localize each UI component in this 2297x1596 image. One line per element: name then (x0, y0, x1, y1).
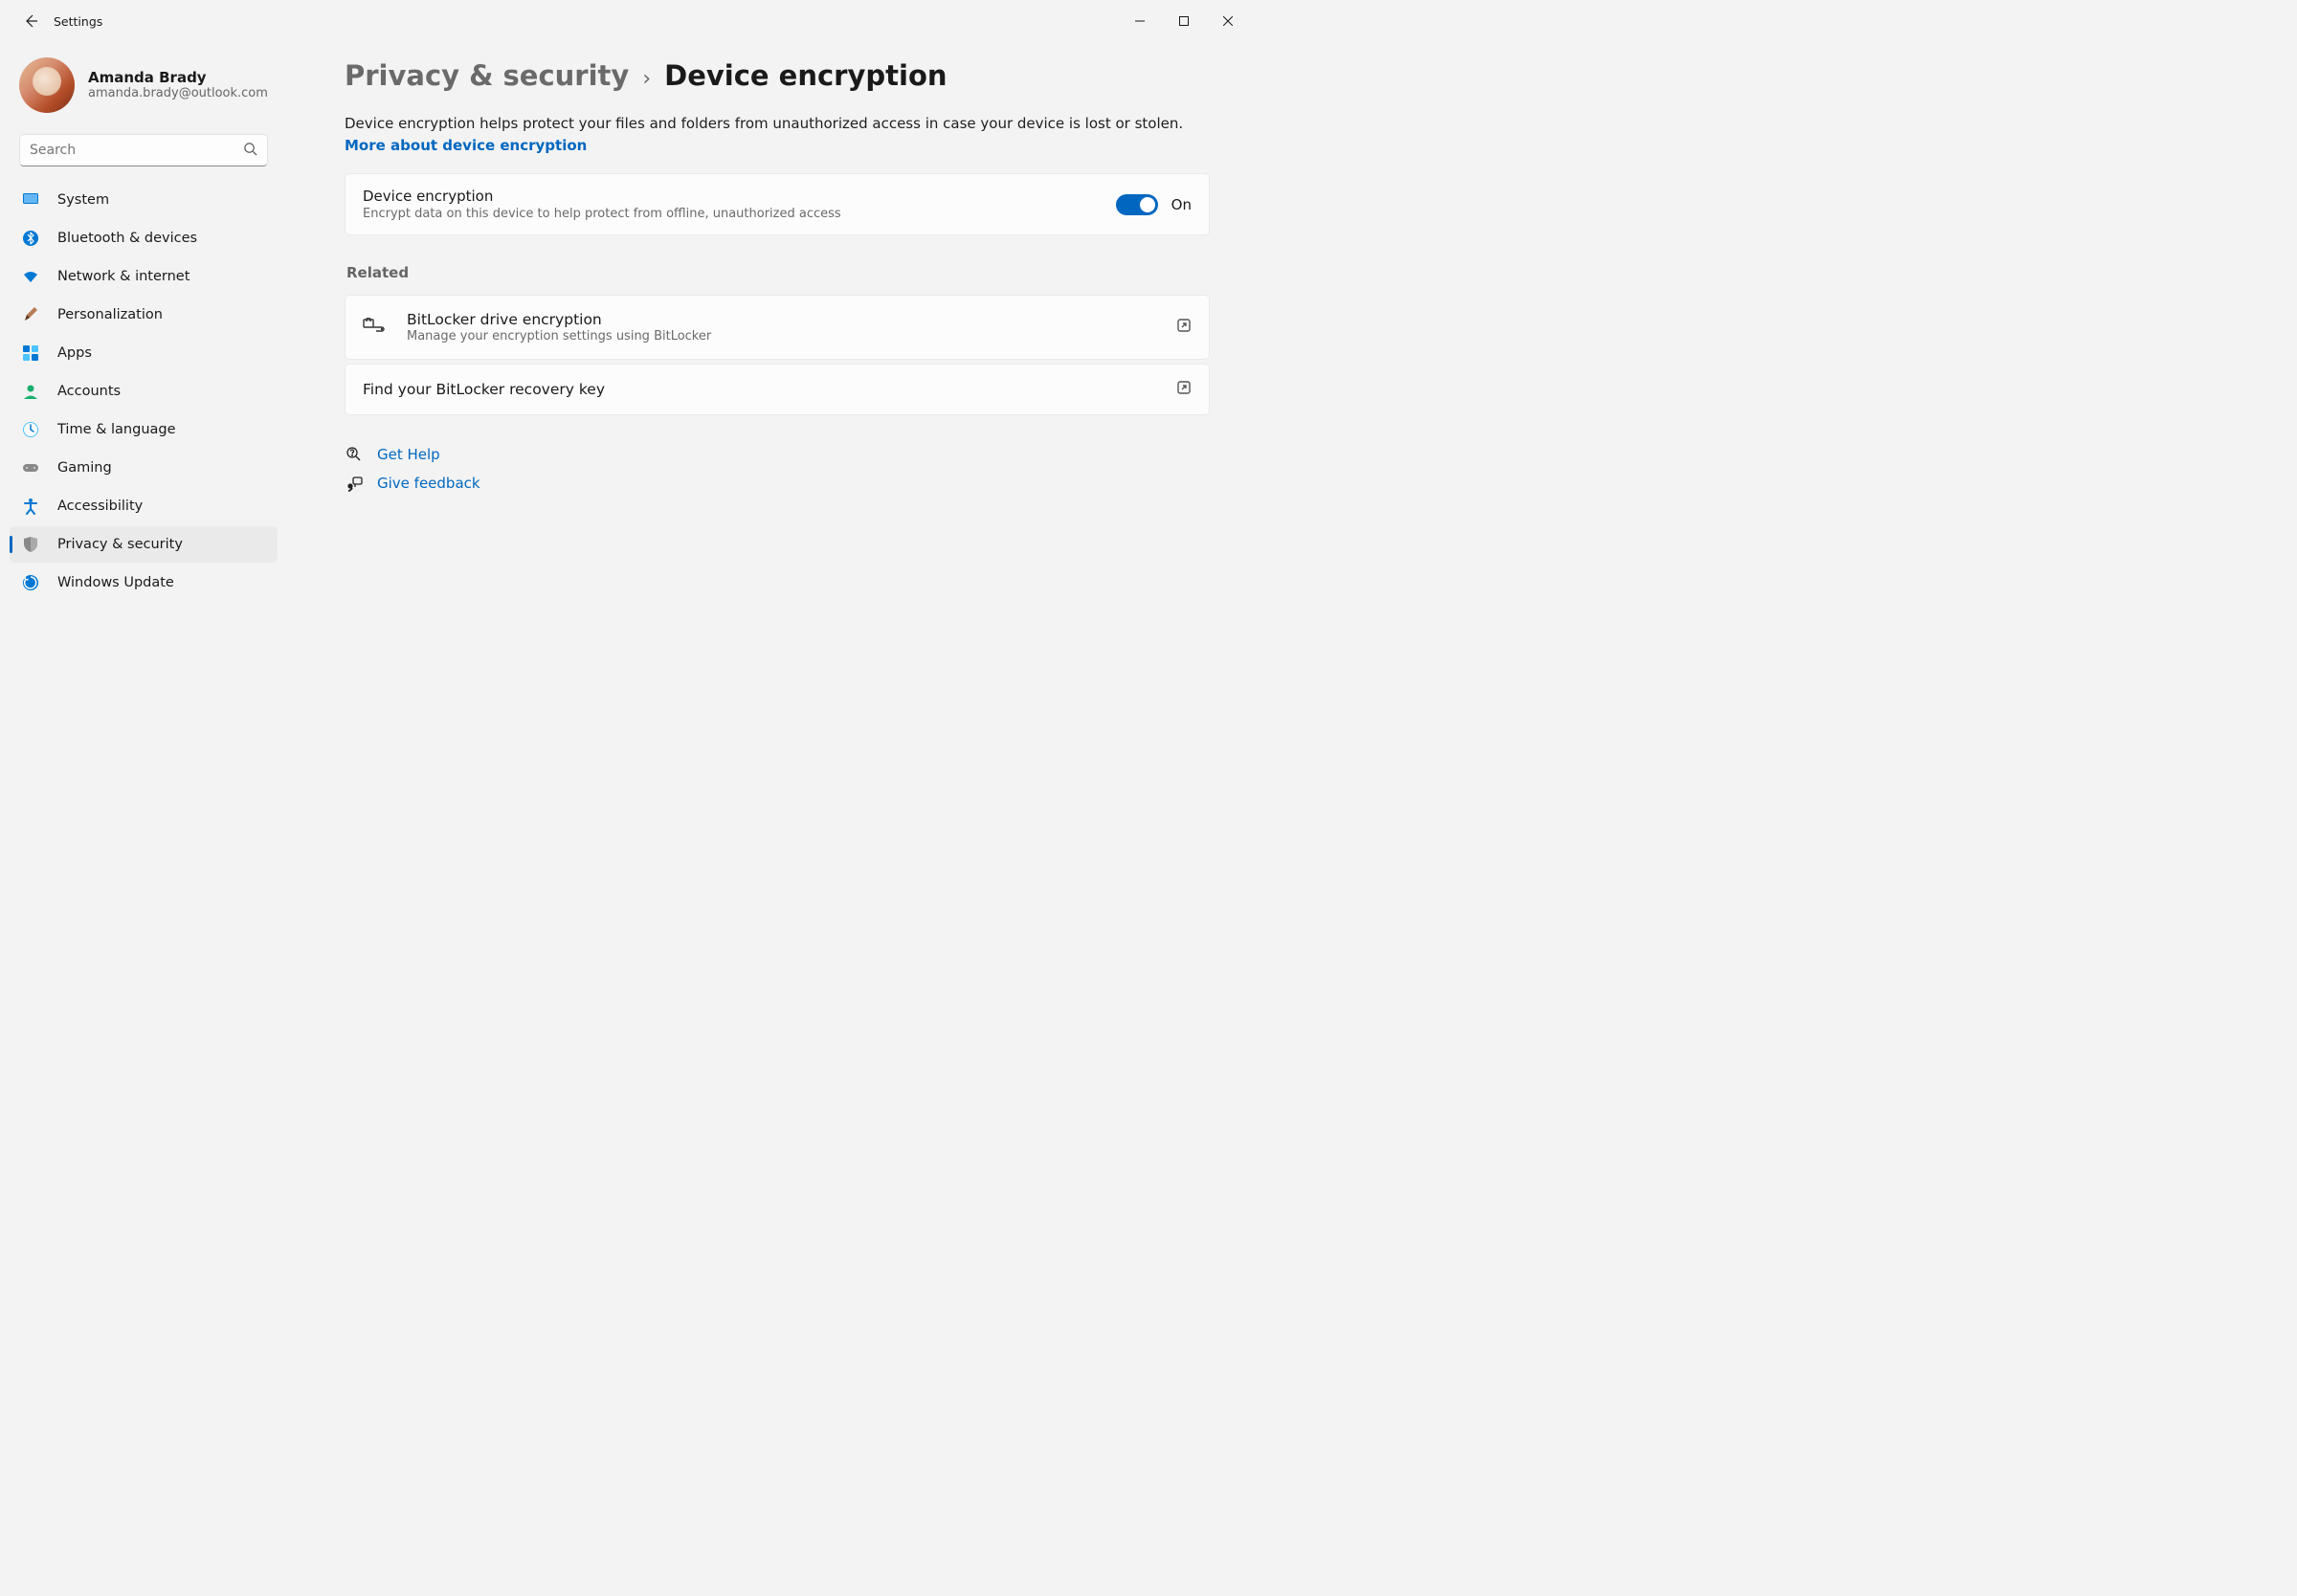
nav-label: Gaming (57, 460, 112, 476)
nav-label: Privacy & security (57, 537, 183, 552)
help-icon (345, 446, 364, 463)
profile-email: amanda.brady@outlook.com (88, 86, 268, 102)
nav-label: Bluetooth & devices (57, 231, 197, 246)
give-feedback-link[interactable]: Give feedback (345, 475, 1210, 492)
apps-icon (21, 344, 40, 363)
update-icon (21, 573, 40, 592)
recovery-key-card[interactable]: Find your BitLocker recovery key (345, 364, 1210, 415)
nav-label: Personalization (57, 307, 163, 322)
nav-label: Accessibility (57, 499, 143, 514)
search-box[interactable] (19, 134, 268, 166)
nav-list: System Bluetooth & devices Network & int… (10, 182, 278, 601)
related-title: BitLocker drive encryption (407, 311, 1155, 328)
learn-more-link[interactable]: More about device encryption (345, 137, 587, 154)
nav-windows-update[interactable]: Windows Update (10, 565, 278, 601)
card-title: Device encryption (363, 188, 1101, 205)
page-description: Device encryption helps protect your fil… (345, 113, 1210, 156)
profile-name: Amanda Brady (88, 69, 268, 86)
minimize-icon (1135, 16, 1145, 26)
nav-bluetooth[interactable]: Bluetooth & devices (10, 220, 278, 256)
clock-globe-icon (21, 420, 40, 439)
nav-label: Accounts (57, 384, 121, 399)
page-title: Device encryption (664, 59, 947, 92)
gamepad-icon (21, 458, 40, 477)
nav-gaming[interactable]: Gaming (10, 450, 278, 486)
nav-personalization[interactable]: Personalization (10, 297, 278, 333)
get-help-link[interactable]: Get Help (345, 446, 1210, 463)
bluetooth-icon (21, 229, 40, 248)
feedback-icon (345, 475, 364, 492)
encryption-toggle[interactable] (1116, 194, 1158, 215)
search-icon (243, 142, 257, 160)
minimize-button[interactable] (1118, 6, 1162, 36)
toggle-state-label: On (1171, 196, 1192, 213)
nav-label: Time & language (57, 422, 176, 437)
device-encryption-card: Device encryption Encrypt data on this d… (345, 173, 1210, 235)
avatar (19, 57, 75, 113)
accessibility-icon (21, 497, 40, 516)
nav-network[interactable]: Network & internet (10, 258, 278, 295)
close-button[interactable] (1206, 6, 1250, 36)
breadcrumb-parent[interactable]: Privacy & security (345, 59, 629, 92)
search-input[interactable] (30, 143, 243, 158)
profile-block[interactable]: Amanda Brady amanda.brady@outlook.com (10, 50, 278, 130)
nav-label: System (57, 192, 109, 208)
titlebar: Settings (0, 0, 1258, 42)
wifi-icon (21, 267, 40, 286)
person-icon (21, 382, 40, 401)
sidebar: Amanda Brady amanda.brady@outlook.com Sy… (0, 42, 287, 875)
maximize-button[interactable] (1162, 6, 1206, 36)
related-subtitle: Manage your encryption settings using Bi… (407, 329, 1155, 344)
nav-apps[interactable]: Apps (10, 335, 278, 371)
paintbrush-icon (21, 305, 40, 324)
maximize-icon (1179, 16, 1189, 26)
nav-label: Network & internet (57, 269, 190, 284)
breadcrumb: Privacy & security › Device encryption (345, 59, 1210, 92)
related-title: Find your BitLocker recovery key (363, 381, 1155, 398)
nav-system[interactable]: System (10, 182, 278, 218)
nav-label: Windows Update (57, 575, 174, 590)
bitlocker-card[interactable]: BitLocker drive encryption Manage your e… (345, 295, 1210, 360)
shield-icon (21, 535, 40, 554)
nav-accounts[interactable]: Accounts (10, 373, 278, 410)
main-content: Privacy & security › Device encryption D… (287, 42, 1258, 875)
nav-time-language[interactable]: Time & language (10, 411, 278, 448)
chevron-right-icon: › (642, 67, 651, 91)
related-heading: Related (346, 264, 1210, 281)
card-subtitle: Encrypt data on this device to help prot… (363, 207, 1101, 221)
window-title: Settings (54, 14, 102, 29)
nav-privacy-security[interactable]: Privacy & security (10, 526, 278, 563)
open-external-icon (1176, 380, 1192, 399)
close-icon (1223, 16, 1233, 26)
monitor-icon (21, 190, 40, 210)
open-external-icon (1176, 318, 1192, 337)
back-button[interactable] (19, 10, 42, 33)
nav-accessibility[interactable]: Accessibility (10, 488, 278, 524)
arrow-left-icon (23, 13, 38, 29)
lock-drive-icon (363, 318, 386, 337)
nav-label: Apps (57, 345, 92, 361)
